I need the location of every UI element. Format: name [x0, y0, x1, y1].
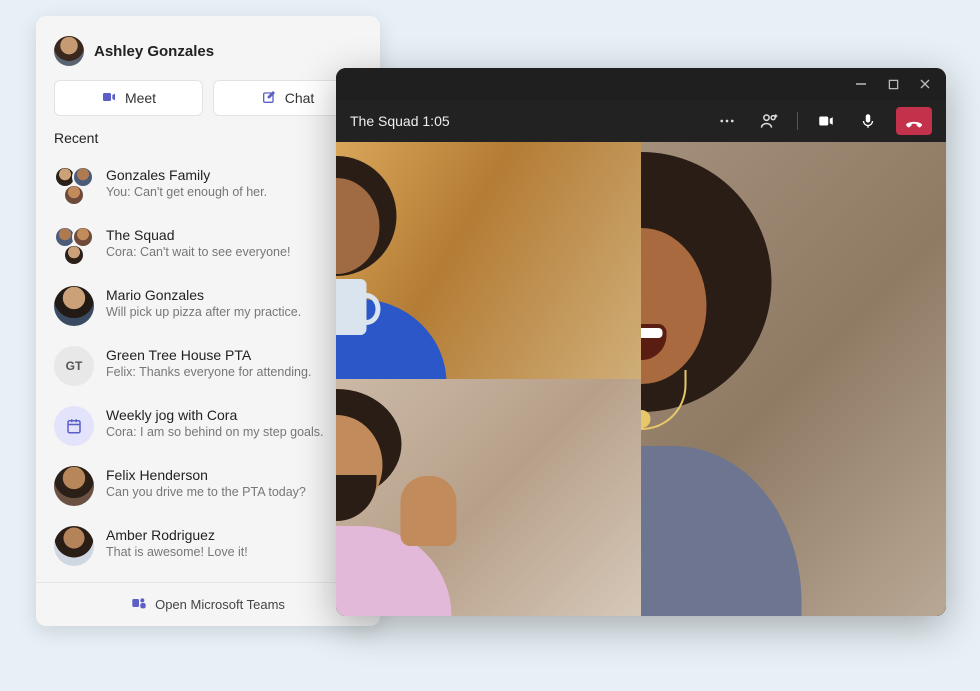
add-people-button[interactable] — [755, 107, 783, 135]
group-avatar — [54, 226, 94, 266]
close-button[interactable] — [918, 77, 932, 91]
item-subtitle: Can you drive me to the PTA today? — [106, 484, 362, 502]
call-name: The Squad — [350, 113, 419, 129]
call-window: The Squad 1:05 — [336, 68, 946, 616]
minimize-button[interactable] — [854, 77, 868, 91]
item-title: Felix Henderson — [106, 466, 362, 484]
meet-label: Meet — [125, 90, 156, 106]
item-subtitle: That is awesome! Love it! — [106, 544, 362, 562]
item-title: Gonzales Family — [106, 166, 362, 184]
user-name: Ashley Gonzales — [94, 43, 214, 60]
item-title: Weekly jog with Cora — [106, 406, 362, 424]
meet-button[interactable]: Meet — [54, 80, 203, 116]
recent-item-weekly-jog[interactable]: Weekly jog with Cora Cora: I am so behin… — [36, 396, 380, 456]
video-icon — [101, 89, 117, 108]
user-avatar[interactable] — [54, 36, 84, 66]
calendar-avatar — [54, 406, 94, 446]
contact-avatar — [54, 526, 94, 566]
quick-actions: Meet Chat — [36, 80, 380, 130]
item-title: Green Tree House PTA — [106, 346, 362, 364]
recent-item-amber[interactable]: Amber Rodriguez That is awesome! Love it… — [36, 516, 380, 576]
recent-item-gonzales-family[interactable]: Gonzales Family You: Can't get enough of… — [36, 156, 380, 216]
mic-toggle[interactable] — [854, 107, 882, 135]
item-title: Amber Rodriguez — [106, 526, 362, 544]
video-grid — [336, 142, 946, 616]
chat-label: Chat — [285, 90, 315, 106]
contact-avatar — [54, 466, 94, 506]
call-toolbar: The Squad 1:05 — [336, 100, 946, 142]
chat-panel: Ashley Gonzales Meet Chat Recent Gonzale… — [36, 16, 380, 626]
item-subtitle: You: Can't get enough of her. — [106, 184, 362, 202]
item-title: Mario Gonzales — [106, 286, 362, 304]
recent-item-mario[interactable]: Mario Gonzales Will pick up pizza after … — [36, 276, 380, 336]
participant-tile[interactable] — [336, 142, 641, 379]
item-subtitle: Cora: Can't wait to see everyone! — [106, 244, 362, 262]
recent-item-green-tree[interactable]: GT Green Tree House PTA Felix: Thanks ev… — [36, 336, 380, 396]
recent-item-felix[interactable]: Felix Henderson Can you drive me to the … — [36, 456, 380, 516]
item-title: The Squad — [106, 226, 362, 244]
participant-tile[interactable] — [336, 379, 641, 616]
toolbar-separator — [797, 112, 798, 130]
initials-avatar: GT — [54, 346, 94, 386]
open-teams-button[interactable]: Open Microsoft Teams — [36, 582, 380, 626]
panel-header: Ashley Gonzales — [36, 32, 380, 80]
call-title: The Squad 1:05 — [350, 113, 699, 129]
camera-toggle[interactable] — [812, 107, 840, 135]
call-duration: 1:05 — [422, 113, 449, 129]
compose-icon — [261, 89, 277, 108]
item-subtitle: Cora: I am so behind on my step goals. — [106, 424, 362, 442]
open-teams-label: Open Microsoft Teams — [155, 597, 285, 612]
maximize-button[interactable] — [886, 77, 900, 91]
window-titlebar — [336, 68, 946, 100]
recent-item-the-squad[interactable]: The Squad Cora: Can't wait to see everyo… — [36, 216, 380, 276]
recent-label: Recent — [36, 130, 380, 156]
item-subtitle: Felix: Thanks everyone for attending. — [106, 364, 362, 382]
teams-icon — [131, 595, 147, 614]
contact-avatar — [54, 286, 94, 326]
more-options-button[interactable] — [713, 107, 741, 135]
participant-tile[interactable] — [641, 142, 946, 616]
group-avatar — [54, 166, 94, 206]
hangup-button[interactable] — [896, 107, 932, 135]
item-subtitle: Will pick up pizza after my practice. — [106, 304, 362, 322]
